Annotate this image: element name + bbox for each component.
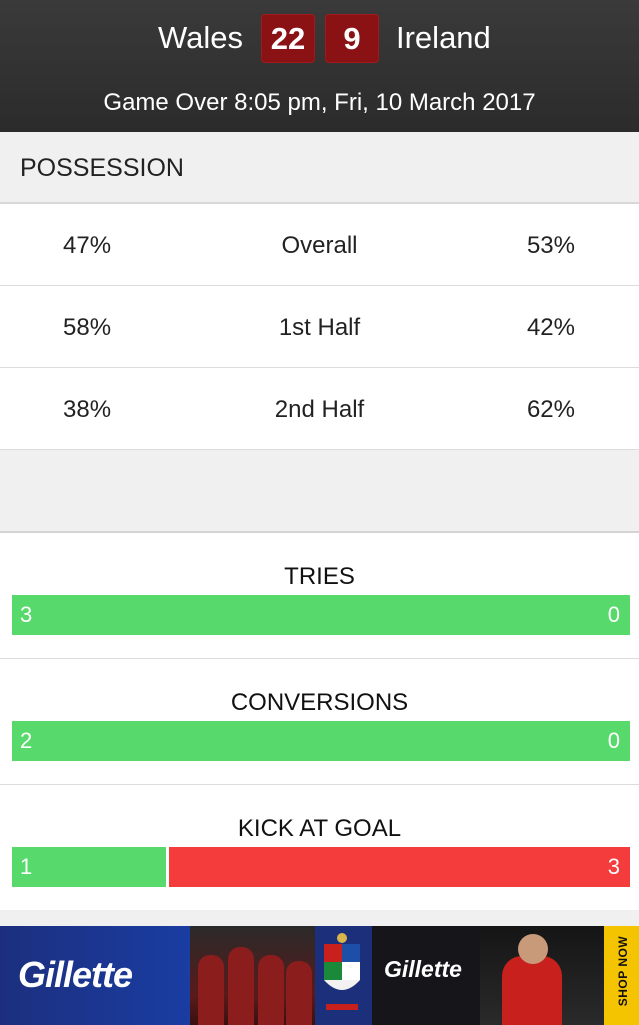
away-possession: 53%: [526, 232, 575, 259]
player-figure: [228, 947, 254, 1025]
player-figure: [286, 961, 312, 1025]
away-stat-value: 0: [607, 728, 620, 753]
match-status: Game Over 8:05 pm, Fri, 10 March 2017: [103, 89, 536, 116]
shop-now-button[interactable]: SHOP NOW: [604, 926, 639, 1025]
player-figure: [258, 955, 284, 1025]
stat-bar: 3 0: [12, 595, 630, 635]
player-jersey: [502, 956, 562, 1025]
home-stat-value: 2: [20, 728, 33, 753]
stat-label: KICK AT GOAL: [237, 815, 402, 842]
match-header: Wales 22 9 Ireland Game Over 8:05 pm, Fr…: [0, 0, 639, 132]
home-stat-value: 1: [20, 854, 33, 879]
home-score: 22: [261, 14, 315, 63]
section-spacer: [0, 451, 639, 533]
possession-row-second-half: 38% 2nd Half 62%: [0, 368, 639, 450]
gillette-logo[interactable]: Gillette: [0, 926, 190, 1025]
stat-conversions: CONVERSIONS 2 0: [0, 659, 639, 785]
gillette-ad-banner[interactable]: Gillette Gillette SHOP NOW: [0, 926, 639, 1025]
player-figure: [198, 955, 224, 1025]
away-possession: 42%: [526, 314, 575, 341]
possession-title: POSSESSION: [20, 154, 184, 182]
home-stat-value: 3: [20, 602, 33, 627]
stat-label: CONVERSIONS: [230, 689, 409, 716]
home-team-name: Wales: [158, 20, 243, 55]
ad-player-photo: [480, 926, 604, 1025]
gillette-logo-secondary: Gillette: [372, 926, 480, 1025]
stat-label: TRIES: [284, 563, 355, 590]
stat-bar: 1 3: [12, 847, 630, 887]
away-possession: 62%: [526, 396, 575, 423]
home-bar-segment: [12, 595, 630, 635]
possession-row-first-half: 58% 1st Half 42%: [0, 286, 639, 368]
away-bar-segment: [169, 847, 630, 887]
section-spacer: [0, 910, 639, 926]
possession-row-overall: 47% Overall 53%: [0, 204, 639, 286]
ad-brand-text: Gillette: [18, 954, 133, 995]
stat-kick-at-goal: KICK AT GOAL 1 3: [0, 785, 639, 911]
score-row: Wales 22 9 Ireland: [0, 14, 639, 64]
stat-tries: TRIES 3 0: [0, 533, 639, 659]
stat-bar: 2 0: [12, 721, 630, 761]
lions-crest-icon: [318, 930, 366, 1022]
away-team-name: Ireland: [396, 20, 491, 55]
away-stat-value: 3: [607, 854, 620, 879]
ad-brand-text: Gillette: [384, 956, 462, 982]
ad-team-photo: [190, 926, 315, 1025]
away-stat-value: 0: [607, 602, 620, 627]
home-bar-segment: [12, 847, 166, 887]
home-bar-segment: [12, 721, 630, 761]
shop-now-label: SHOP NOW: [616, 935, 630, 1007]
away-score: 9: [325, 14, 379, 63]
possession-header: POSSESSION: [0, 132, 639, 204]
player-head: [518, 934, 548, 964]
